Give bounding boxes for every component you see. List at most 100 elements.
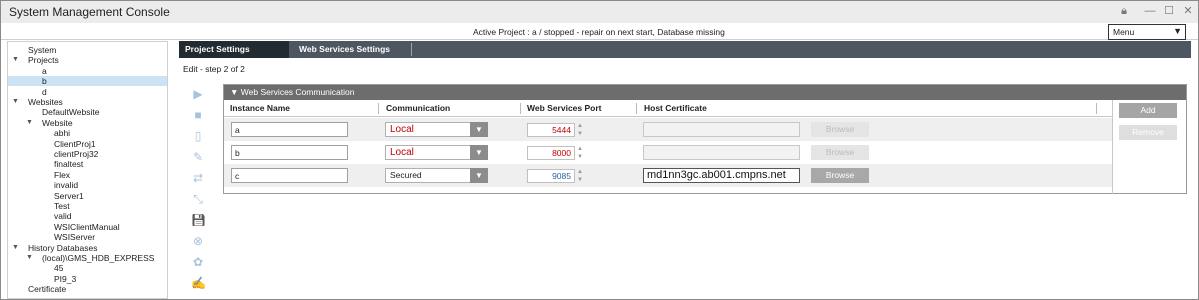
header-rule	[224, 116, 1112, 117]
expand-triangle-icon[interactable]: ▼	[12, 243, 21, 253]
column-port: Web Services Port	[527, 103, 602, 113]
tree-item[interactable]: b	[8, 76, 167, 87]
tree-item[interactable]: PI9_3	[8, 274, 167, 284]
tree-item-label: Websites	[28, 97, 63, 107]
tab-web-services-settings[interactable]: Web Services Settings	[293, 41, 396, 58]
maximize-icon[interactable]: ☐	[1161, 3, 1177, 19]
port-input[interactable]: 8000	[527, 146, 575, 160]
tree-item[interactable]: ▼ Projects	[8, 55, 167, 65]
tree-item-label: clientProj32	[54, 149, 99, 159]
page-icon[interactable]: ▯	[191, 129, 205, 143]
browse-button[interactable]: Browse	[811, 122, 869, 137]
column-divider	[1096, 103, 1097, 114]
tree-item[interactable]: valid	[8, 211, 167, 221]
tree-item[interactable]: WSIServer	[8, 232, 167, 242]
tree-item[interactable]: invalid	[8, 180, 167, 190]
active-project-status: Active Project : a / stopped - repair on…	[473, 27, 725, 37]
host-certificate-input[interactable]	[643, 122, 800, 137]
stop-icon[interactable]: ■	[191, 108, 205, 122]
tree-item[interactable]: WSIClientManual	[8, 222, 167, 232]
tree-item[interactable]: d	[8, 87, 167, 97]
chevron-down-icon[interactable]: ▼	[470, 145, 488, 160]
tree-item-label: finaltest	[54, 159, 84, 170]
tree-item-label: WSIServer	[54, 232, 96, 243]
tree-item[interactable]: System	[8, 45, 167, 55]
tree-item[interactable]: DefaultWebsite	[8, 107, 167, 117]
cancel-icon[interactable]: ⊗	[191, 234, 205, 248]
instance-name-input[interactable]: c	[231, 168, 348, 183]
tree-item-label: (local)\GMS_HDB_EXPRESS	[42, 253, 155, 263]
close-icon[interactable]: ✕	[1180, 3, 1196, 19]
tree-item-label: Projects	[28, 55, 59, 66]
port-input[interactable]: 9085	[527, 169, 575, 183]
tree-item-label: d	[42, 86, 47, 97]
pen-icon[interactable]: ✎	[191, 150, 205, 164]
column-divider	[378, 103, 379, 114]
port-input[interactable]: 5444	[527, 123, 575, 137]
browse-button[interactable]: Browse	[811, 145, 869, 160]
tree-item[interactable]: 45	[8, 263, 167, 273]
minimize-icon[interactable]: —	[1142, 3, 1158, 19]
tree-item-label: PI9_3	[54, 273, 77, 284]
resize-icon[interactable]: ⤡	[191, 192, 205, 206]
table-row: c Secured ▼ 9085 ▲ ▼ md1nn3gc.ab001.cmpns.net B…	[224, 164, 1112, 187]
add-button[interactable]: Add	[1119, 103, 1177, 118]
tab-divider	[411, 43, 412, 56]
port-spinner-icon[interactable]: ▲ ▼	[576, 122, 584, 138]
action-divider	[1112, 100, 1113, 194]
tree-item[interactable]: abhi	[8, 128, 167, 138]
tree-item[interactable]: Test	[8, 201, 167, 211]
tree-item[interactable]: ▼ History Databases	[8, 243, 167, 253]
tree-item-label: Flex	[54, 169, 71, 180]
tree-item-label: History Databases	[28, 242, 98, 253]
expand-triangle-icon[interactable]: ▼	[26, 118, 35, 128]
host-certificate-input[interactable]: md1nn3gc.ab001.cmpns.net	[643, 168, 800, 183]
play-icon[interactable]: ▶	[191, 87, 205, 101]
tree-item[interactable]: clientProj32	[8, 149, 167, 159]
tree-item-label: Website	[42, 117, 73, 128]
port-spinner-icon[interactable]: ▲ ▼	[576, 168, 584, 184]
chevron-down-icon[interactable]: ▼	[470, 122, 488, 137]
network-icon[interactable]: ✿	[191, 255, 205, 269]
tree-item[interactable]: a	[8, 66, 167, 76]
chevron-down-icon[interactable]: ▼	[470, 168, 488, 183]
tree-item-label: Certificate	[28, 284, 67, 295]
tree-item-label: DefaultWebsite	[42, 107, 100, 118]
expand-triangle-icon[interactable]: ▼	[12, 97, 21, 107]
tree-item-label: Test	[54, 201, 70, 211]
tree-item[interactable]: finaltest	[8, 159, 167, 169]
tree-item[interactable]: ClientProj1	[8, 139, 167, 149]
menu-dropdown[interactable]: Menu ▼	[1108, 24, 1186, 40]
tree-item-label: 45	[54, 263, 64, 274]
tree-item-label: valid	[54, 211, 72, 222]
tree-item-label: abhi	[54, 128, 71, 139]
tree-item-label: b	[42, 76, 47, 87]
tab-bar: Project Settings Web Services Settings	[179, 41, 1191, 58]
column-divider	[520, 103, 521, 114]
title-bar: System Management Console 🔒︎ — ☐ ✕	[1, 1, 1198, 23]
expand-triangle-icon[interactable]: ▼	[12, 55, 21, 65]
host-certificate-input[interactable]	[643, 145, 800, 160]
browse-button[interactable]: Browse	[811, 168, 869, 183]
remove-button[interactable]: Remove	[1119, 125, 1177, 140]
status-bar: Active Project : a / stopped - repair on…	[1, 23, 1198, 40]
connect-icon[interactable]: ⇄	[191, 171, 205, 185]
tree-item-label: invalid	[54, 180, 79, 191]
column-communication: Communication	[386, 103, 451, 113]
tree-item[interactable]: Server1	[8, 191, 167, 201]
instance-name-input[interactable]: a	[231, 122, 348, 137]
column-host-certificate: Host Certificate	[644, 103, 707, 113]
tree-item[interactable]: Flex	[8, 170, 167, 180]
sign-icon[interactable]: ✍	[191, 276, 206, 290]
save-icon[interactable]: 💾︎	[191, 213, 206, 227]
tree-item[interactable]: ▼ Websites	[8, 97, 167, 107]
instance-name-input[interactable]: b	[231, 145, 348, 160]
expand-triangle-icon[interactable]: ▼	[26, 253, 35, 263]
tree-item[interactable]: ▼ Website	[8, 118, 167, 128]
tree-item[interactable]: ▼ (local)\GMS_HDB_EXPRESS	[8, 253, 167, 263]
navigation-tree[interactable]: System ▼ Projects a b d ▼ Websites DefaultWebsit…	[7, 41, 168, 299]
port-spinner-icon[interactable]: ▲ ▼	[576, 145, 584, 161]
tree-item[interactable]: Certificate	[8, 284, 167, 294]
step-indicator: Edit - step 2 of 2	[183, 64, 245, 74]
tab-project-settings[interactable]: Project Settings	[179, 41, 289, 58]
